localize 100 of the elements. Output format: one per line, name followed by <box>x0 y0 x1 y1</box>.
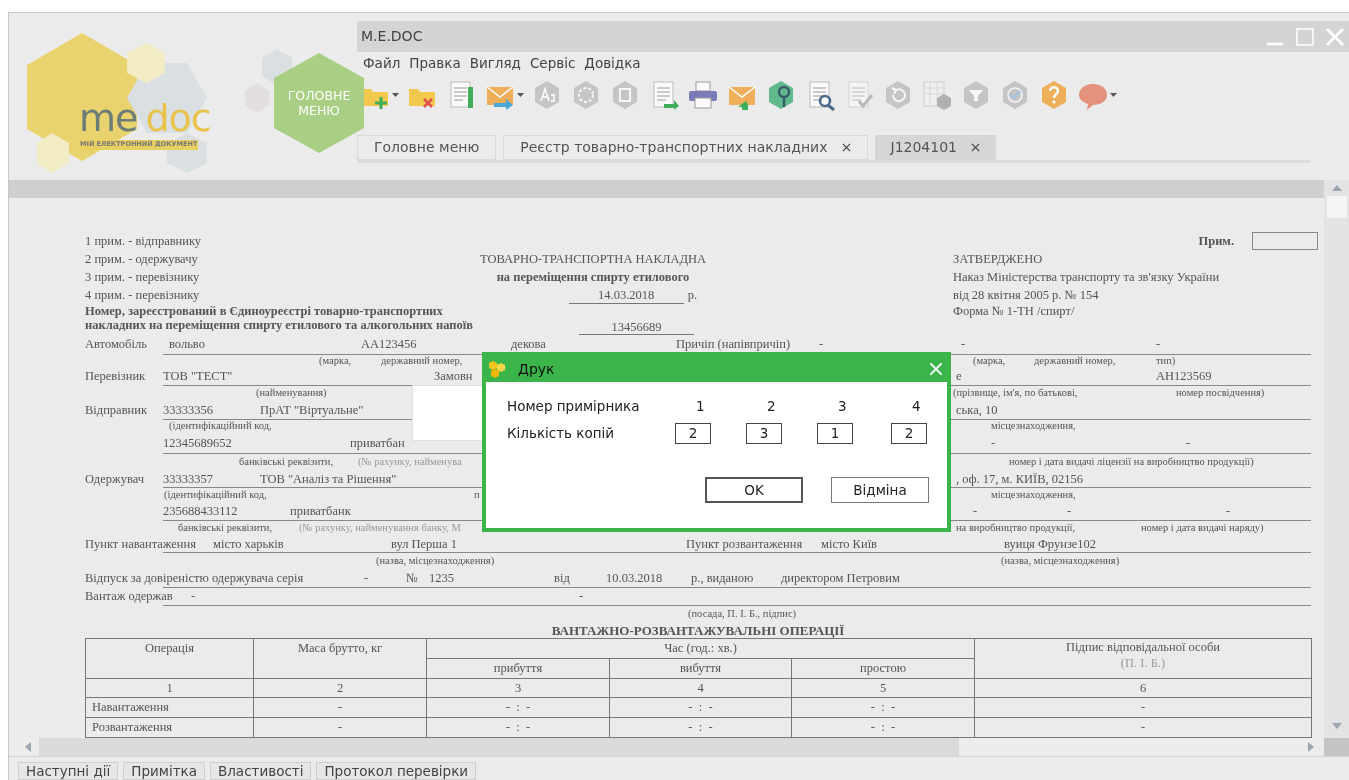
logo-text: me <box>79 99 138 137</box>
document-tab[interactable]: Головне меню <box>357 135 497 160</box>
field-caption: номер і дата видачі наряду) <box>1141 523 1264 534</box>
field-caption: банківські реквізити, <box>178 523 273 534</box>
field-value: ська, 10 <box>956 403 998 417</box>
document-title: ТОВАРНО-ТРАНСПОРТНА НАКЛАДНА <box>478 251 708 268</box>
table-cell: - <box>253 717 427 738</box>
copy-note: 3 прим. - перевізнику <box>85 269 201 286</box>
date-value: 14.03.2018 <box>568 288 684 304</box>
table-cell: - : - <box>791 697 975 718</box>
field-value: декова <box>511 337 546 351</box>
field-caption: державний номер, <box>381 356 463 367</box>
copies-input[interactable]: 1 <box>817 422 853 444</box>
field-caption: (ідентифікаційний код, <box>164 490 267 501</box>
document-tab[interactable]: J1204101 <box>874 135 996 160</box>
copies-input[interactable]: 2 <box>675 422 711 444</box>
field-value: місто харьків <box>213 537 284 551</box>
field-label: Відправник <box>85 403 147 417</box>
menu-item[interactable]: Довідка <box>584 52 641 74</box>
field-label: Замовн <box>434 370 473 383</box>
field-value: AA123456 <box>361 337 417 351</box>
bottom-tab[interactable]: Властивості <box>209 762 312 780</box>
prim-label: Прим. <box>1198 233 1234 250</box>
dialog-button[interactable]: OK <box>705 477 803 503</box>
scroll-right-icon[interactable] <box>1308 742 1314 752</box>
menu-item[interactable]: Сервіс <box>529 52 576 74</box>
field-caption: п <box>474 490 480 501</box>
field-value: - <box>364 572 369 585</box>
field-value: - <box>1156 337 1161 351</box>
field-value: вуиця Фрунзе102 <box>1004 537 1097 551</box>
field-value: ТОВ "Аналіз та Рішення" <box>260 472 397 486</box>
table-header: вибуття <box>609 658 792 678</box>
bottom-tab[interactable]: Примітка <box>123 762 205 780</box>
table-cell: - <box>974 717 1312 738</box>
window-title: M.E.DOC <box>361 27 423 46</box>
table-cell: Розвантаження <box>85 717 254 738</box>
field-label: Одержувач <box>85 472 144 486</box>
close-icon[interactable] <box>971 143 980 152</box>
field-label: Пункт навантаження <box>85 537 196 551</box>
column-number: 2 <box>253 678 427 698</box>
bottom-tab[interactable]: Протокол перевірки <box>316 762 477 780</box>
field-label: р., виданою <box>691 572 754 585</box>
table-cell: Навантаження <box>85 697 254 718</box>
field-value: ТОВ "ТЕСТ" <box>163 370 233 383</box>
menu-item[interactable]: Правка <box>409 52 461 74</box>
field-value: 12345689652 <box>163 436 232 450</box>
field-value: - <box>819 337 824 351</box>
field-caption: (марка, <box>973 356 1006 367</box>
field-value: AH123569 <box>1156 370 1212 383</box>
scrollbar-thumb[interactable] <box>39 738 959 756</box>
field-value: 10.03.2018 <box>606 572 663 585</box>
document-subtitle: на переміщення спирту етилового <box>495 269 691 286</box>
field-value: вольво <box>169 337 205 351</box>
printer-icon[interactable] <box>687 79 719 111</box>
table-cell: - : - <box>609 697 792 718</box>
close-icon[interactable] <box>841 143 851 152</box>
field-value: - <box>961 337 966 351</box>
field-label: Номер примірника <box>507 396 641 416</box>
bottom-tab[interactable]: Наступні дії <box>18 762 119 780</box>
scroll-left-icon[interactable] <box>25 742 31 752</box>
maximize-icon[interactable] <box>1295 26 1315 47</box>
prim-field[interactable] <box>1252 232 1318 250</box>
field-caption: (назва, місцезнаходження) <box>1001 556 1120 567</box>
menu-item[interactable]: Файл <box>363 52 401 74</box>
field-label: Причіп (напівпричіп) <box>676 337 791 351</box>
approval-text: Наказ Міністерства транспорту та зв'язку України <box>953 269 1221 286</box>
field-caption: (ідентифікаційний код, <box>169 421 272 432</box>
field-label: Перевізник <box>85 370 146 383</box>
table-cell: - : - <box>609 717 792 738</box>
copies-input[interactable]: 3 <box>746 422 782 444</box>
dialog-title: Друк <box>518 359 555 379</box>
field-caption: (назва, місцезнаходження) <box>376 556 495 567</box>
field-value: , оф. 17, м. КИЇВ, 02156 <box>956 472 1084 486</box>
document-tab[interactable]: Реєстр товарно-транспортних накладних <box>503 135 868 160</box>
field-caption: місцезнаходження, <box>991 421 1076 432</box>
field-value: вул Перша 1 <box>391 537 457 551</box>
copy-number: 2 <box>766 396 777 416</box>
dialog-button[interactable]: Відміна <box>831 477 929 503</box>
field-value: - <box>1067 505 1072 518</box>
copy-note: 4 прим. - перевізнику <box>85 287 201 304</box>
copies-input[interactable]: 2 <box>891 422 927 444</box>
scroll-down-icon[interactable] <box>1331 722 1342 730</box>
section-title: ВАНТАЖНО-РОЗВАНТАЖУВАЛЬНІ ОПЕРАЦІЇ <box>551 623 845 637</box>
table-cell: - : - <box>426 697 610 718</box>
field-caption: місцезнаходження, <box>991 490 1076 501</box>
date-suffix: р. <box>687 287 697 304</box>
copy-note: 1 прим. - відправнику <box>85 233 203 250</box>
column-number: 5 <box>791 678 975 698</box>
register-number: 13456689 <box>579 318 694 335</box>
menu-item[interactable]: Вигляд <box>469 52 521 74</box>
vertical-scrollbar[interactable] <box>1324 180 1349 738</box>
field-value: 33333357 <box>163 472 213 486</box>
field-value: - <box>991 436 996 450</box>
table-header: Час (год.: хв.) <box>426 638 975 659</box>
field-caption: (прізвище, ім'я, по батькові, <box>953 388 1078 399</box>
field-value: е <box>956 370 962 383</box>
scroll-up-icon[interactable] <box>1331 184 1342 192</box>
field-value: - <box>579 590 584 603</box>
field-value: - <box>1226 505 1231 518</box>
table-cell: - <box>253 697 427 718</box>
